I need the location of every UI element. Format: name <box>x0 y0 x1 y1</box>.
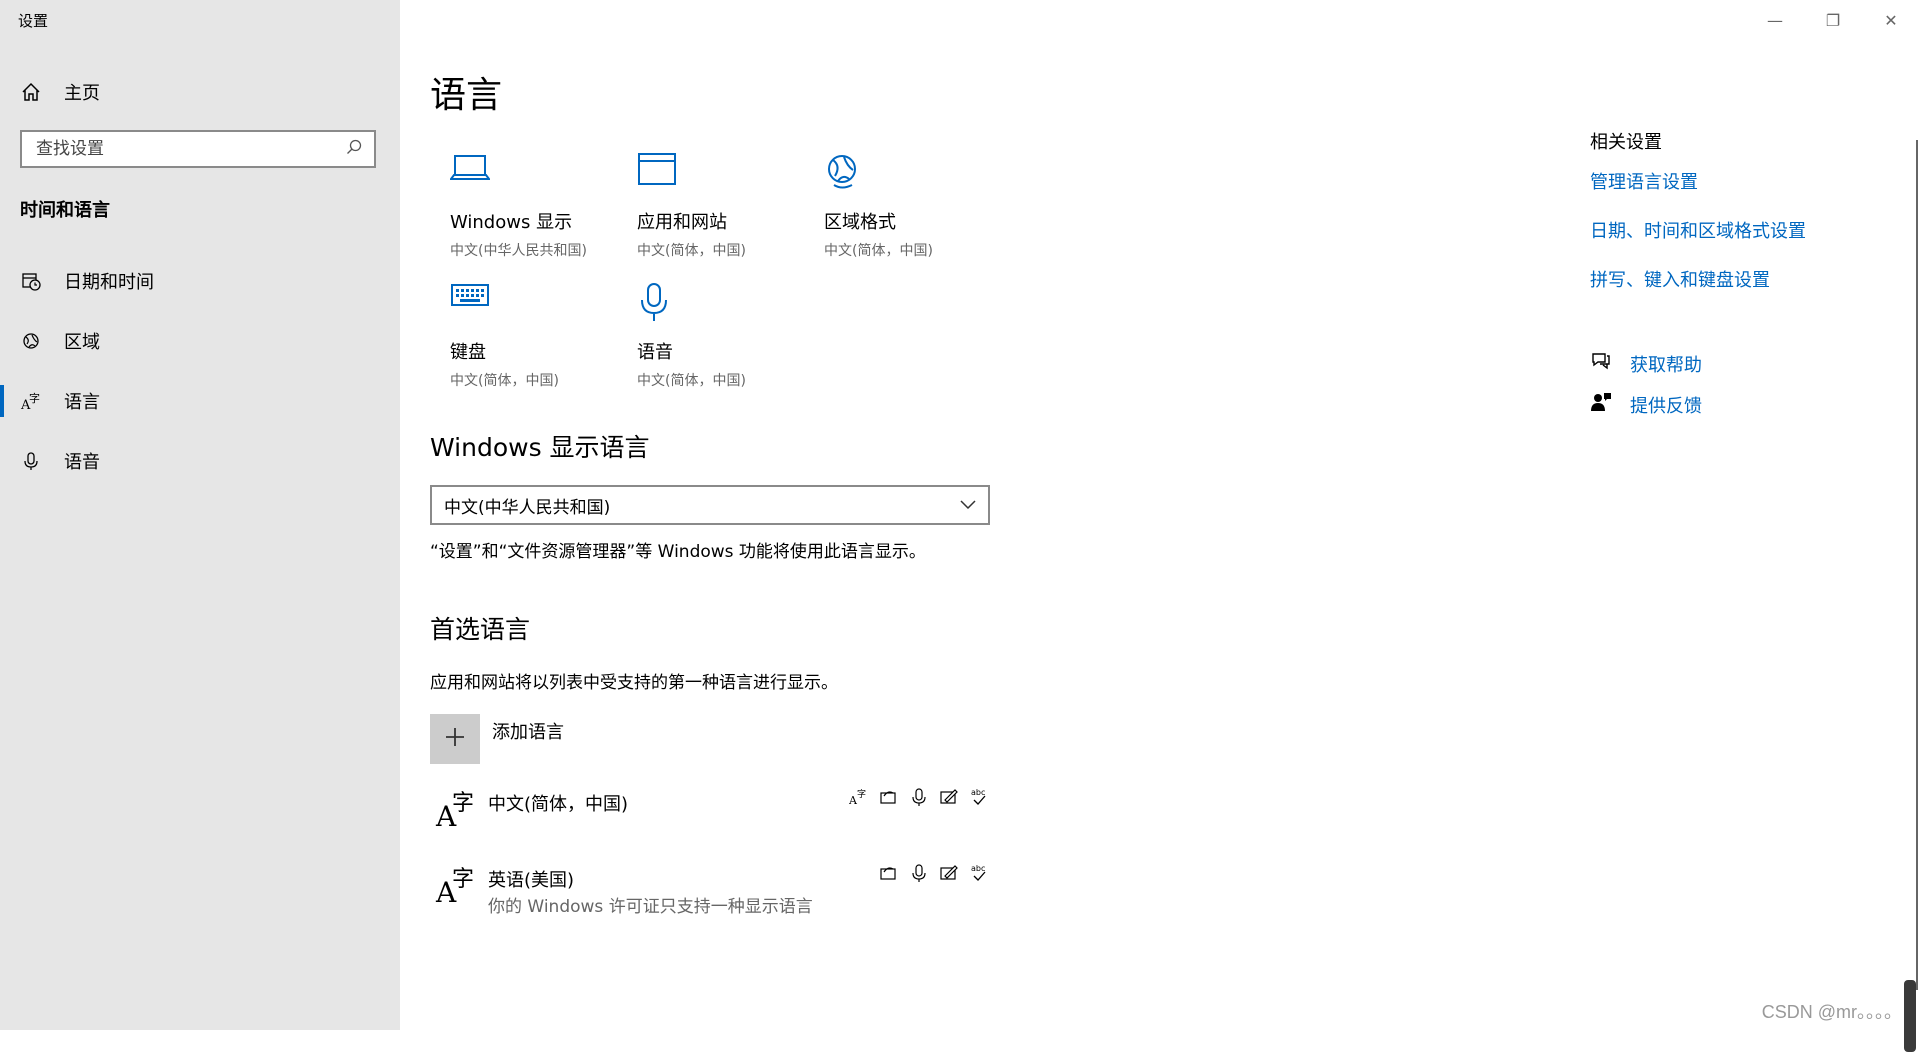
language-name: 中文(简体，中国) <box>488 794 629 815</box>
sidebar-item-date-time[interactable]: 日期和时间 <box>0 257 400 305</box>
svg-text:abc: abc <box>971 788 985 797</box>
speech-recognition-feature-icon <box>908 862 930 884</box>
tile-name: Windows 显示 <box>450 212 573 233</box>
tile-name: 语音 <box>637 342 673 363</box>
tile-regional-format[interactable]: 区域格式 中文(简体，中国) <box>824 152 1004 260</box>
sidebar-item-label: 语言 <box>64 392 100 413</box>
spell-check-feature-icon: abc <box>968 862 990 884</box>
close-button[interactable]: ✕ <box>1862 0 1920 40</box>
sidebar-item-region[interactable]: 区域 <box>0 317 400 365</box>
main-content: — ❐ ✕ 语言 Windows 显示 中文(中华人民共和国) 应用和网站 中文… <box>400 0 1920 1052</box>
help-chat-icon <box>1590 350 1612 377</box>
language-feature-icons: abc <box>878 862 990 884</box>
home-icon <box>20 81 42 103</box>
tile-name: 键盘 <box>450 342 486 363</box>
spell-check-feature-icon: abc <box>968 786 990 808</box>
language-name: 英语(美国) <box>488 870 575 891</box>
display-language-dropdown[interactable]: 中文(中华人民共和国) <box>430 485 990 525</box>
svg-text:字: 字 <box>452 791 474 816</box>
tile-apps-websites[interactable]: 应用和网站 中文(简体，中国) <box>637 152 817 260</box>
text-to-speech-feature-icon <box>878 786 900 808</box>
add-language-label: 添加语言 <box>492 722 564 743</box>
globe-format-icon <box>824 152 1004 202</box>
svg-text:字: 字 <box>452 867 474 892</box>
sidebar-item-label: 日期和时间 <box>64 272 154 293</box>
tile-keyboard[interactable]: 键盘 中文(简体，中国) <box>450 282 630 390</box>
date-time-region-settings-link[interactable]: 日期、时间和区域格式设置 <box>1590 217 1806 243</box>
handwriting-feature-icon <box>938 862 960 884</box>
tile-sub: 中文(简体，中国) <box>450 373 559 389</box>
plus-icon <box>444 726 466 752</box>
browser-window-icon <box>637 152 817 202</box>
handwriting-feature-icon <box>938 786 960 808</box>
sidebar-item-label: 区域 <box>64 332 100 353</box>
tile-sub: 中文(中华人民共和国) <box>450 243 587 259</box>
add-language-row[interactable]: 添加语言 <box>430 714 564 764</box>
give-feedback-label: 提供反馈 <box>1630 395 1702 417</box>
spelling-typing-keyboard-settings-link[interactable]: 拼写、键入和键盘设置 <box>1590 266 1806 292</box>
tile-sub: 中文(简体，中国) <box>637 243 746 259</box>
scrollbar[interactable] <box>1904 140 1918 1052</box>
sidebar-item-language[interactable]: A字 语言 <box>0 377 400 425</box>
text-to-speech-feature-icon <box>878 862 900 884</box>
language-feature-icons: A字 abc <box>848 786 990 808</box>
calendar-clock-icon <box>20 270 42 292</box>
dropdown-value: 中文(中华人民共和国) <box>444 497 611 518</box>
tile-name: 区域格式 <box>824 212 896 233</box>
language-icon: A字 <box>434 788 476 837</box>
language-icon: A字 <box>434 864 476 913</box>
manage-language-settings-link[interactable]: 管理语言设置 <box>1590 168 1806 194</box>
get-help-link[interactable]: 获取帮助 <box>1590 350 1806 377</box>
chevron-down-icon <box>960 495 976 515</box>
microphone-icon <box>637 282 817 332</box>
add-language-button[interactable] <box>430 714 480 764</box>
scrollbar-thumb[interactable] <box>1904 980 1916 1052</box>
window-controls: — ❐ ✕ <box>1746 0 1920 40</box>
svg-text:字: 字 <box>857 788 866 800</box>
sidebar: 设置 主页 时间和语言 日期和时间 区域 A字 语言 语音 <box>0 0 400 1030</box>
preferred-languages-heading: 首选语言 <box>430 615 531 644</box>
keyboard-icon <box>450 282 630 332</box>
sidebar-item-speech[interactable]: 语音 <box>0 437 400 485</box>
search-input[interactable] <box>34 138 346 160</box>
sidebar-item-label: 语音 <box>64 452 100 473</box>
tile-speech[interactable]: 语音 中文(简体，中国) <box>637 282 817 390</box>
svg-text:字: 字 <box>29 391 40 405</box>
display-language-heading: Windows 显示语言 <box>430 433 650 462</box>
tile-sub: 中文(简体，中国) <box>637 373 746 389</box>
globe-region-icon <box>20 330 42 352</box>
page-title: 语言 <box>430 75 503 116</box>
speech-recognition-feature-icon <box>908 786 930 808</box>
home-nav-item[interactable]: 主页 <box>20 76 100 108</box>
search-box[interactable] <box>20 130 376 168</box>
get-help-label: 获取帮助 <box>1630 354 1702 376</box>
watermark: CSDN @mr。。。。 <box>1761 1002 1902 1022</box>
language-icon: A字 <box>20 390 42 412</box>
related-settings: 相关设置 管理语言设置 日期、时间和区域格式设置 拼写、键入和键盘设置 获取帮助… <box>1590 128 1806 418</box>
minimize-button[interactable]: — <box>1746 0 1804 40</box>
language-item-zh-cn[interactable]: A字 中文(简体，中国) A字 abc <box>430 786 990 846</box>
svg-text:abc: abc <box>971 864 985 873</box>
language-item-en-us[interactable]: A字 英语(美国) 你的 Windows 许可证只支持一种显示语言 abc <box>430 862 990 922</box>
related-settings-title: 相关设置 <box>1590 132 1662 153</box>
restore-button[interactable]: ❐ <box>1804 0 1862 40</box>
tile-windows-display[interactable]: Windows 显示 中文(中华人民共和国) <box>450 152 630 260</box>
feedback-person-icon <box>1590 391 1612 418</box>
microphone-icon <box>20 450 42 472</box>
preferred-languages-note: 应用和网站将以列表中受支持的第一种语言进行显示。 <box>430 673 838 693</box>
home-label: 主页 <box>64 83 100 104</box>
give-feedback-link[interactable]: 提供反馈 <box>1590 391 1806 418</box>
display-language-feature-icon: A字 <box>848 786 870 808</box>
tile-name: 应用和网站 <box>637 212 727 233</box>
laptop-icon <box>450 152 630 202</box>
app-title: 设置 <box>18 12 49 30</box>
tile-sub: 中文(简体，中国) <box>824 243 933 259</box>
search-icon[interactable] <box>346 139 362 159</box>
display-language-note: “设置”和“文件资源管理器”等 Windows 功能将使用此语言显示。 <box>430 542 926 562</box>
language-note: 你的 Windows 许可证只支持一种显示语言 <box>488 897 813 917</box>
section-title: 时间和语言 <box>20 200 110 221</box>
